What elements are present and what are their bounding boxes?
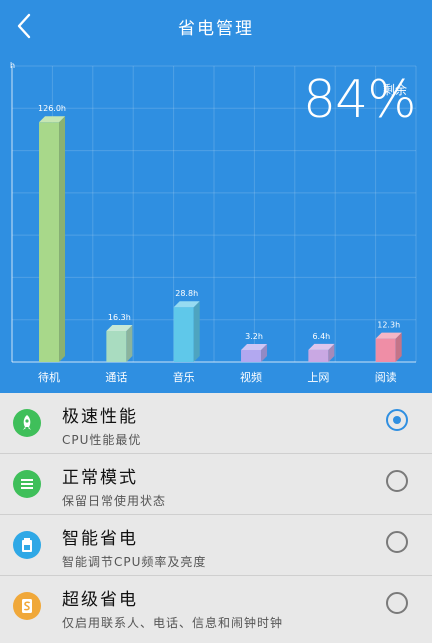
- bar-0: [39, 122, 60, 363]
- mode-radio[interactable]: [386, 592, 408, 614]
- title-bar: 省电管理: [0, 0, 432, 52]
- battery-remain-label: 剩余: [383, 83, 408, 97]
- mode-desc: 仅启用联系人、电话、信息和闹钟时钟: [62, 616, 284, 630]
- mode-name: 正常模式: [62, 468, 138, 488]
- mode-radio[interactable]: [386, 470, 408, 492]
- rocket-icon: [13, 409, 41, 437]
- tick-label: 上网: [307, 371, 329, 384]
- data-label: 6.4h: [312, 332, 330, 341]
- data-label: 16.3h: [108, 313, 131, 322]
- mode-name: 极速性能: [62, 407, 138, 427]
- mode-item-smart-saving[interactable]: 智能省电 智能调节CPU频率及亮度: [0, 515, 432, 576]
- data-label: 12.3h: [377, 321, 400, 330]
- mode-item-super-saving[interactable]: 超级省电 仅启用联系人、电话、信息和闹钟时钟: [0, 576, 432, 636]
- mode-item-normal[interactable]: 正常模式 保留日常使用状态: [0, 454, 432, 515]
- mode-desc: 保留日常使用状态: [62, 494, 167, 508]
- data-label: 3.2h: [245, 332, 263, 341]
- tick-label: 通话: [105, 371, 127, 384]
- mode-desc: CPU性能最优: [62, 433, 142, 447]
- page-title: 省电管理: [178, 19, 254, 39]
- mode-radio-selected[interactable]: [386, 409, 408, 431]
- data-label: 28.8h: [175, 289, 198, 298]
- mode-name: 智能省电: [62, 529, 138, 549]
- mode-list: 极速性能 CPU性能最优 正常模式 保留日常使用状态 智能省电 智能调节CPU频…: [0, 393, 432, 643]
- s-icon: [13, 592, 41, 620]
- bar-side-2: [193, 301, 200, 362]
- axis-unit-label: h: [10, 61, 15, 70]
- list-icon: [13, 470, 41, 498]
- tick-label: 视频: [240, 370, 262, 384]
- mode-item-extreme-performance[interactable]: 极速性能 CPU性能最优: [0, 393, 432, 454]
- battery-icon: [13, 531, 41, 559]
- bar-1: [106, 330, 127, 362]
- data-label: 126.0h: [38, 104, 66, 113]
- bar-4: [308, 349, 329, 362]
- tick-label: 待机: [38, 370, 60, 384]
- mode-radio[interactable]: [386, 531, 408, 553]
- bar-side-0: [59, 116, 66, 363]
- tick-label: 音乐: [173, 370, 195, 384]
- bar-3: [241, 350, 262, 362]
- header-panel: 省电管理 h 126.0h 待机 16.3h 通话 28.8h 音乐 3.2h 视频 6.4h 上网…: [0, 0, 432, 393]
- tick-label: 阅读: [375, 370, 397, 384]
- bar-2: [173, 307, 194, 362]
- battery-percent: 84%: [303, 70, 417, 130]
- bar-5: [375, 338, 396, 362]
- mode-desc: 智能调节CPU频率及亮度: [62, 555, 207, 569]
- bar-side-1: [126, 324, 133, 362]
- mode-name: 超级省电: [62, 590, 138, 610]
